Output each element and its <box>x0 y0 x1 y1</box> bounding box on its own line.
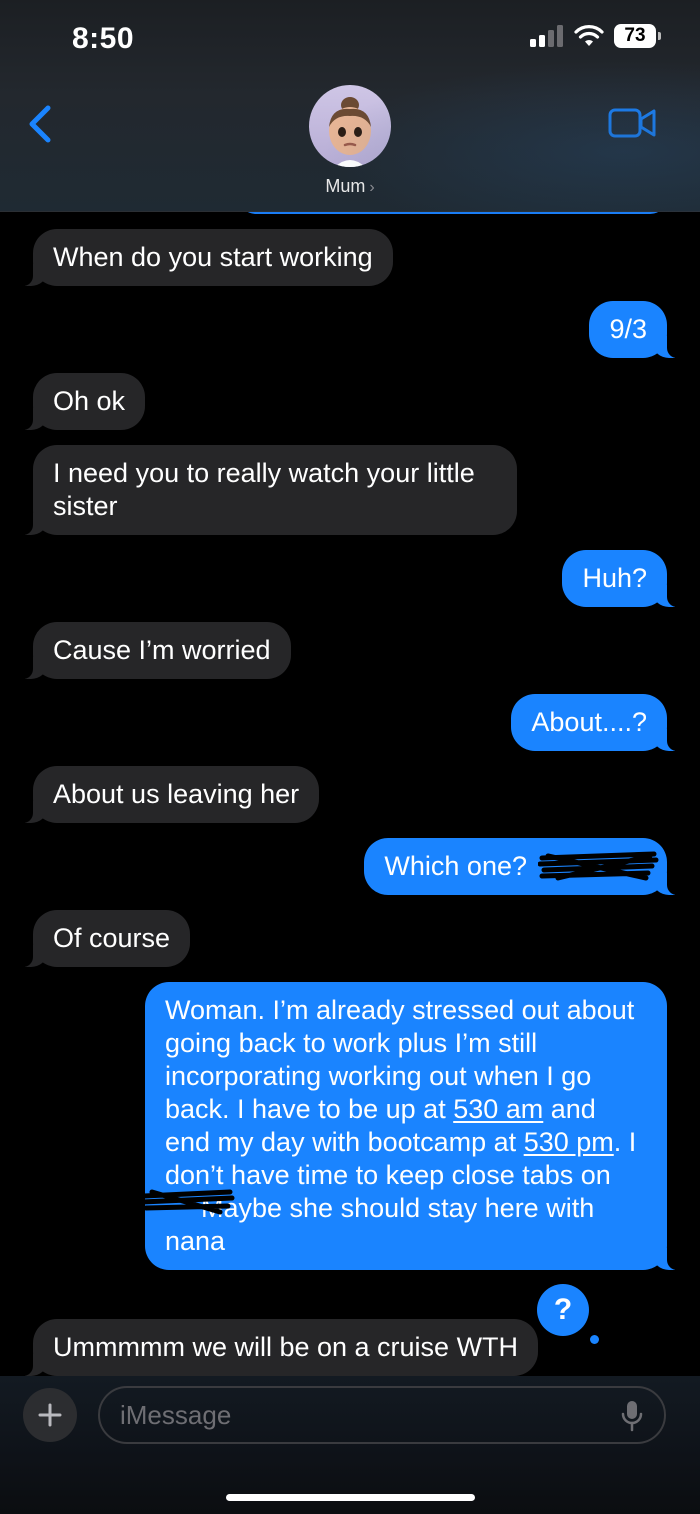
message-incoming[interactable]: Cause I’m worried <box>23 622 291 679</box>
chevron-right-icon: › <box>369 179 375 196</box>
message-outgoing[interactable]: Huh? <box>562 550 677 607</box>
message-input[interactable] <box>98 1386 666 1444</box>
message-incoming[interactable]: Oh ok <box>22 373 146 430</box>
battery-level: 73 <box>624 25 646 46</box>
contact-name: Mum <box>325 176 366 196</box>
contact-avatar[interactable] <box>309 85 391 167</box>
message-outgoing[interactable]: Woman. I’m already stressed out about go… <box>145 982 677 1270</box>
message-outgoing[interactable]: About....? <box>511 694 677 751</box>
home-indicator[interactable] <box>226 1494 475 1501</box>
memoji-avatar-icon <box>329 97 371 167</box>
plus-icon <box>38 1403 62 1427</box>
time-link[interactable]: 530 am <box>453 1094 543 1124</box>
contact-name-button[interactable]: Mum › <box>0 176 700 197</box>
redaction-scribble-icon <box>538 851 659 881</box>
tapback-symbol: ? <box>553 1293 573 1326</box>
microphone-icon[interactable] <box>620 1400 644 1432</box>
conversation-header: 8:50 73 Mum › <box>0 0 700 212</box>
tapback-tail-dot <box>590 1335 599 1344</box>
time-link[interactable]: 530 pm <box>524 1127 614 1157</box>
message-text: Which one? <box>384 851 527 881</box>
back-chevron-icon[interactable] <box>22 102 58 146</box>
message-incoming[interactable]: I need you to really watch your little s… <box>23 445 517 535</box>
redaction-scribble-icon <box>140 1189 235 1215</box>
message-outgoing[interactable]: 9/3 <box>589 301 677 358</box>
compose-bar <box>0 1376 700 1514</box>
battery-icon: 73 <box>614 24 661 48</box>
add-attachment-button[interactable] <box>23 1388 77 1442</box>
wifi-icon <box>574 25 604 46</box>
signal-icon <box>530 25 563 47</box>
message-incoming[interactable]: Of course <box>22 910 191 967</box>
status-icons: 73 <box>530 24 661 48</box>
message-incoming[interactable]: About us leaving her <box>22 766 320 823</box>
question-tapback-icon[interactable]: ? <box>537 1284 589 1336</box>
message-incoming[interactable]: Ummmmm we will be on a cruise WTH <box>22 1319 539 1376</box>
status-time: 8:50 <box>72 22 135 55</box>
message-incoming[interactable]: When do you start working <box>23 229 393 286</box>
video-call-icon[interactable] <box>608 106 658 140</box>
